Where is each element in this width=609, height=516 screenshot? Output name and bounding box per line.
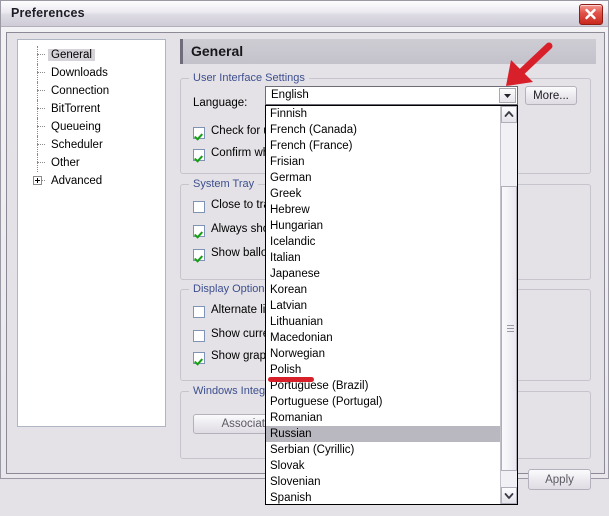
language-label: Language: (193, 97, 248, 109)
tree-line (37, 144, 45, 146)
dropdown-option[interactable]: Hebrew (266, 202, 500, 218)
dropdown-option[interactable]: Korean (266, 282, 500, 298)
scrollbar-grip-icon (507, 324, 514, 333)
dropdown-option[interactable]: Polish (266, 362, 500, 378)
dropdown-option[interactable]: Japanese (266, 266, 500, 282)
sidebar-item-connection[interactable]: Connection (18, 82, 165, 100)
sidebar-item-label: Other (51, 157, 80, 169)
dropdown-option[interactable]: Slovak (266, 458, 500, 474)
dropdown-option[interactable]: Latvian (266, 298, 500, 314)
dropdown-option[interactable]: German (266, 170, 500, 186)
sidebar-item-other[interactable]: Other (18, 154, 165, 172)
checkbox-confirm-exit[interactable] (193, 149, 205, 161)
sidebar-item-advanced[interactable]: Advanced (18, 172, 165, 190)
sidebar-item-label: Downloads (51, 67, 108, 79)
dropdown-option[interactable]: Hungarian (266, 218, 500, 234)
sidebar-item-label: General (48, 49, 95, 61)
dropdown-option[interactable]: Portuguese (Portugal) (266, 394, 500, 410)
group-title-display-options: Display Options (189, 283, 275, 295)
chevron-down-icon (500, 93, 515, 105)
sidebar-item-label: Queueing (51, 121, 101, 133)
dropdown-option[interactable]: Portuguese (Brazil) (266, 378, 500, 394)
language-combobox-value: English (271, 89, 309, 101)
tree-line (37, 54, 45, 56)
tree-line (37, 72, 45, 74)
group-title-system-tray: System Tray (189, 178, 259, 190)
checkbox-check-updates[interactable] (193, 127, 205, 139)
checkbox-show-balloon[interactable] (193, 249, 205, 261)
dropdown-option[interactable]: Frisian (266, 154, 500, 170)
checkbox-show-graphical[interactable] (193, 352, 205, 364)
dropdown-option[interactable]: Spanish (266, 490, 500, 504)
dropdown-option[interactable]: French (France) (266, 138, 500, 154)
dropdown-scrollbar[interactable] (500, 106, 517, 504)
tree-line (37, 108, 45, 110)
settings-tree[interactable]: General Downloads Connection BitTorrent (17, 39, 166, 427)
dropdown-option[interactable]: Italian (266, 250, 500, 266)
sidebar-item-label: Connection (51, 85, 110, 97)
tree-line (37, 126, 45, 128)
sidebar-item-label: Scheduler (51, 139, 103, 151)
language-combobox[interactable]: English (265, 86, 518, 105)
dropdown-option[interactable]: French (Canada) (266, 122, 500, 138)
sidebar-item-downloads[interactable]: Downloads (18, 64, 165, 82)
dropdown-option[interactable]: Icelandic (266, 234, 500, 250)
scrollbar-thumb[interactable] (501, 186, 517, 471)
more-button[interactable]: More... (525, 86, 577, 105)
window-title: Preferences (11, 6, 85, 20)
dropdown-option[interactable]: Slovenian (266, 474, 500, 490)
close-button[interactable] (579, 4, 603, 25)
checkbox-always-show-tray[interactable] (193, 225, 205, 237)
sidebar-item-scheduler[interactable]: Scheduler (18, 136, 165, 154)
tree-line (37, 162, 45, 164)
language-dropdown-list[interactable]: Finnish French (Canada) French (France) Fri… (265, 105, 518, 505)
sidebar-item-bittorrent[interactable]: BitTorrent (18, 100, 165, 118)
dropdown-option[interactable]: Russian (266, 426, 500, 442)
dropdown-options[interactable]: Finnish French (Canada) French (France) Fri… (266, 106, 500, 504)
checkbox-alternate-list[interactable] (193, 306, 205, 318)
sidebar-item-general[interactable]: General (18, 46, 165, 64)
title-bar: Preferences (1, 1, 608, 27)
dropdown-option[interactable]: Lithuanian (266, 314, 500, 330)
dropdown-option[interactable]: Greek (266, 186, 500, 202)
page-title: General (180, 39, 596, 64)
scroll-up-icon[interactable] (501, 106, 517, 123)
language-combobox-arrow[interactable] (499, 88, 516, 103)
sidebar-item-label: Advanced (51, 175, 103, 187)
dropdown-option[interactable]: Serbian (Cyrillic) (266, 442, 500, 458)
sidebar-item-queueing[interactable]: Queueing (18, 118, 165, 136)
dropdown-option[interactable]: Finnish (266, 106, 500, 122)
sidebar-item-label: BitTorrent (51, 103, 101, 115)
checkbox-show-current-status[interactable] (193, 330, 205, 342)
apply-button[interactable]: Apply (528, 469, 591, 490)
group-title-ui-settings: User Interface Settings (189, 72, 309, 84)
dropdown-option[interactable]: Macedonian (266, 330, 500, 346)
tree-line (37, 90, 45, 92)
scroll-down-icon[interactable] (501, 487, 517, 504)
expand-plus-icon[interactable] (33, 176, 42, 185)
checkbox-close-to-tray[interactable] (193, 201, 205, 213)
dropdown-option[interactable]: Norwegian (266, 346, 500, 362)
dropdown-option[interactable]: Romanian (266, 410, 500, 426)
page-title-text: General (191, 43, 244, 59)
